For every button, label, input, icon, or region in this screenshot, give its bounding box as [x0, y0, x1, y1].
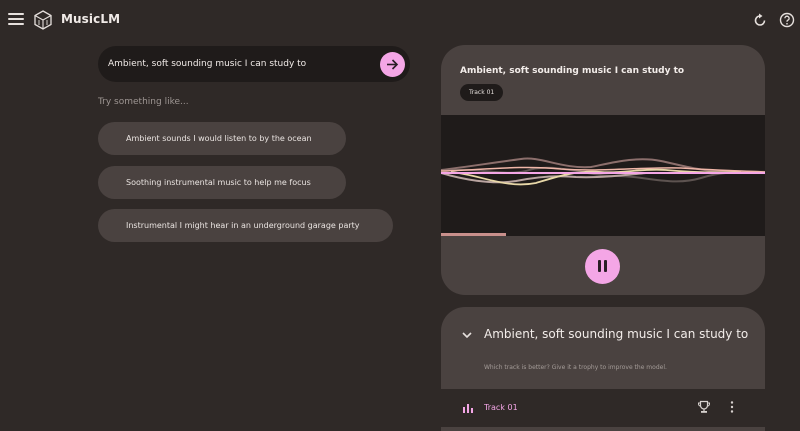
suggestion-chip[interactable]: Instrumental I might hear in an undergro…: [98, 209, 393, 242]
more-vert-icon[interactable]: [728, 400, 736, 414]
result-panel: Ambient, soft sounding music I can study…: [441, 307, 765, 431]
result-title: Ambient, soft sounding music I can study…: [484, 327, 749, 341]
app-title: MusicLM: [61, 12, 121, 26]
player-card: Ambient, soft sounding music I can study…: [441, 45, 765, 295]
arrow-right-icon: [387, 59, 399, 70]
progress-bar[interactable]: [441, 233, 765, 236]
top-bar: MusicLM: [0, 0, 800, 40]
chevron-down-icon[interactable]: [461, 329, 473, 341]
pause-icon: [604, 260, 607, 272]
hamburger-menu-icon[interactable]: [8, 11, 24, 27]
waveform-visualizer: [441, 115, 765, 236]
player-title: Ambient, soft sounding music I can study…: [460, 66, 685, 76]
suggestion-chip[interactable]: Ambient sounds I would listen to by the …: [98, 122, 346, 155]
suggestion-chip[interactable]: Soothing instrumental music to help me f…: [98, 166, 346, 199]
progress-fill: [441, 233, 506, 236]
waveform-svg: [441, 157, 765, 186]
pause-button[interactable]: [585, 249, 620, 284]
prompt-input[interactable]: [108, 46, 368, 82]
submit-button[interactable]: [380, 52, 405, 77]
prompt-bar: [98, 46, 410, 82]
track-badge: Track 01: [460, 84, 504, 101]
track-name: Track 01: [484, 403, 518, 412]
result-hint: Which track is better? Give it a trophy …: [484, 364, 667, 371]
suggestions-label: Try something like...: [98, 97, 189, 107]
trophy-icon[interactable]: [697, 400, 711, 414]
track-row[interactable]: Track 01: [441, 389, 765, 427]
cube-logo-icon: [34, 10, 52, 30]
refresh-icon[interactable]: [752, 12, 768, 28]
pause-icon: [598, 260, 601, 272]
help-icon[interactable]: [779, 12, 795, 28]
playing-bars-icon: [463, 404, 473, 413]
